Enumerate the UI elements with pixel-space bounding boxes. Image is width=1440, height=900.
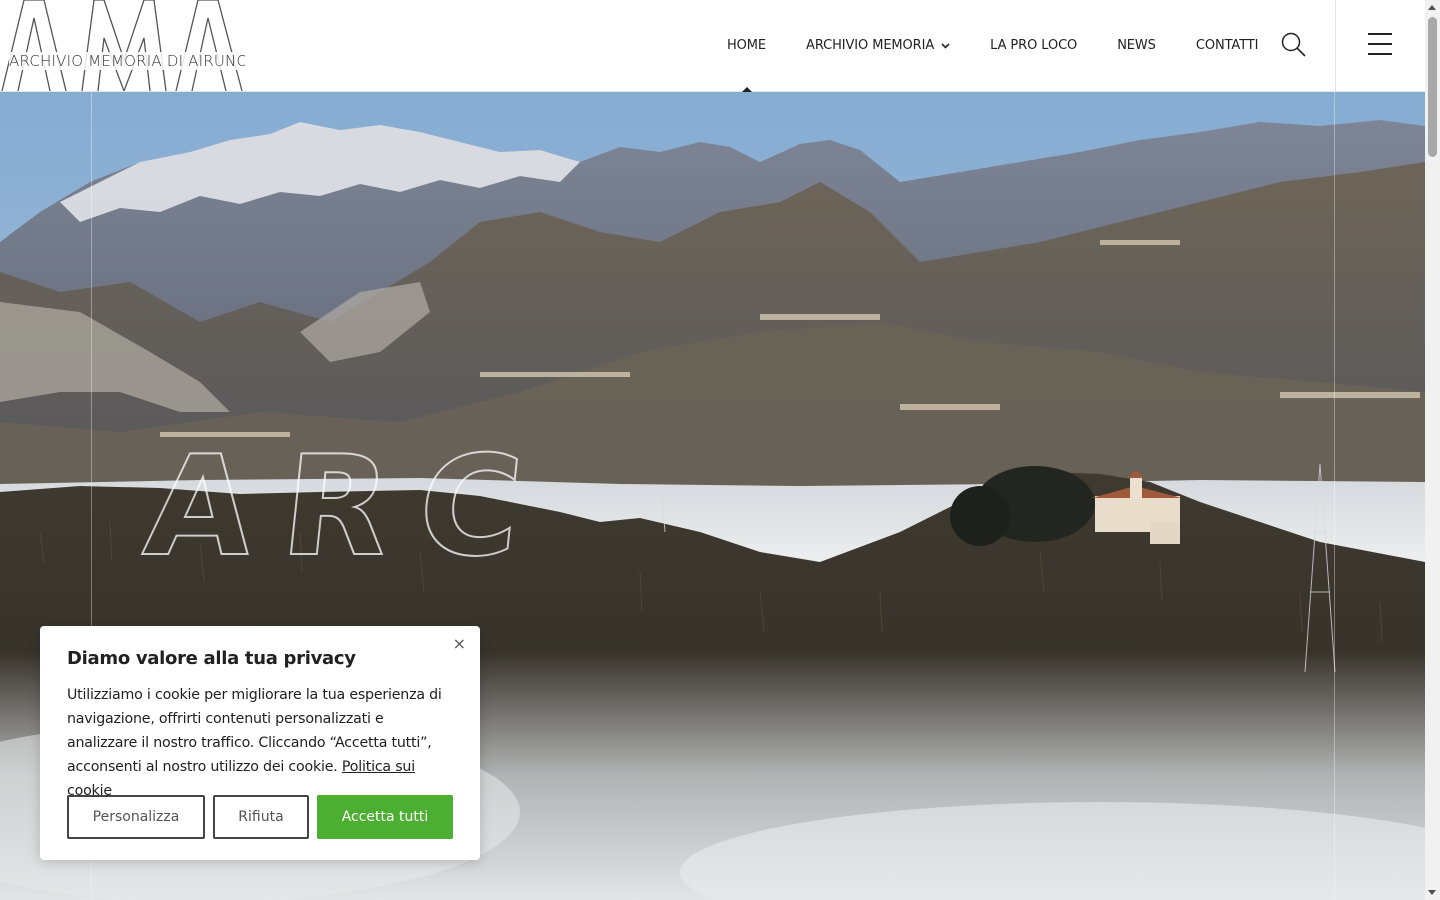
- accept-all-button[interactable]: Accetta tutti: [317, 795, 453, 839]
- cookie-consent-banner: × Diamo valore alla tua privacy Utilizzi…: [40, 626, 480, 860]
- nav-item-archivio-memoria[interactable]: ARCHIVIO MEMORIA: [786, 0, 970, 91]
- nav-item-news[interactable]: NEWS: [1097, 0, 1176, 91]
- nav-item-contatti[interactable]: CONTATTI: [1176, 0, 1279, 91]
- cookie-banner-title: Diamo valore alla tua privacy: [67, 648, 356, 669]
- nav-item-label: HOME: [727, 38, 767, 53]
- chevron-down-icon: [941, 41, 950, 52]
- logo-letters-graphic: [1, 0, 243, 91]
- nav-item-home[interactable]: HOME: [707, 0, 786, 92]
- nav-item-label: LA PRO LOCO: [990, 38, 1078, 53]
- site-logo[interactable]: ARCHIVIO MEMORIA DI AIRUNO: [0, 0, 245, 91]
- close-icon[interactable]: ×: [453, 636, 466, 652]
- main-navigation: HOME ARCHIVIO MEMORIA LA PRO LOCO NEWS C…: [707, 0, 1279, 92]
- logo-subtitle: ARCHIVIO MEMORIA DI AIRUNO: [9, 52, 245, 70]
- cookie-banner-actions: Personalizza Rifiuta Accetta tutti: [67, 795, 453, 839]
- customize-button[interactable]: Personalizza: [67, 795, 205, 839]
- reject-button[interactable]: Rifiuta: [213, 795, 309, 839]
- header-divider: [1335, 0, 1336, 91]
- nav-item-la-pro-loco[interactable]: LA PRO LOCO: [970, 0, 1097, 91]
- cookie-banner-body: Utilizziamo i cookie per migliorare la t…: [67, 683, 453, 803]
- hero-watermark-text: ARC: [138, 426, 559, 587]
- nav-item-label: CONTATTI: [1195, 38, 1259, 53]
- scrollbar-thumb[interactable]: [1428, 17, 1437, 157]
- nav-item-label: NEWS: [1117, 38, 1156, 53]
- page-scrollbar[interactable]: [1425, 0, 1440, 900]
- grid-line: [1334, 92, 1335, 900]
- scroll-up-arrow-icon[interactable]: [1428, 5, 1436, 10]
- nav-item-label: ARCHIVIO MEMORIA: [806, 38, 935, 53]
- site-header: ARCHIVIO MEMORIA DI AIRUNO HOME ARCHIVIO…: [0, 0, 1425, 92]
- search-icon[interactable]: [1281, 32, 1307, 58]
- hamburger-menu-icon[interactable]: [1368, 33, 1392, 57]
- scroll-down-arrow-icon[interactable]: [1428, 890, 1436, 895]
